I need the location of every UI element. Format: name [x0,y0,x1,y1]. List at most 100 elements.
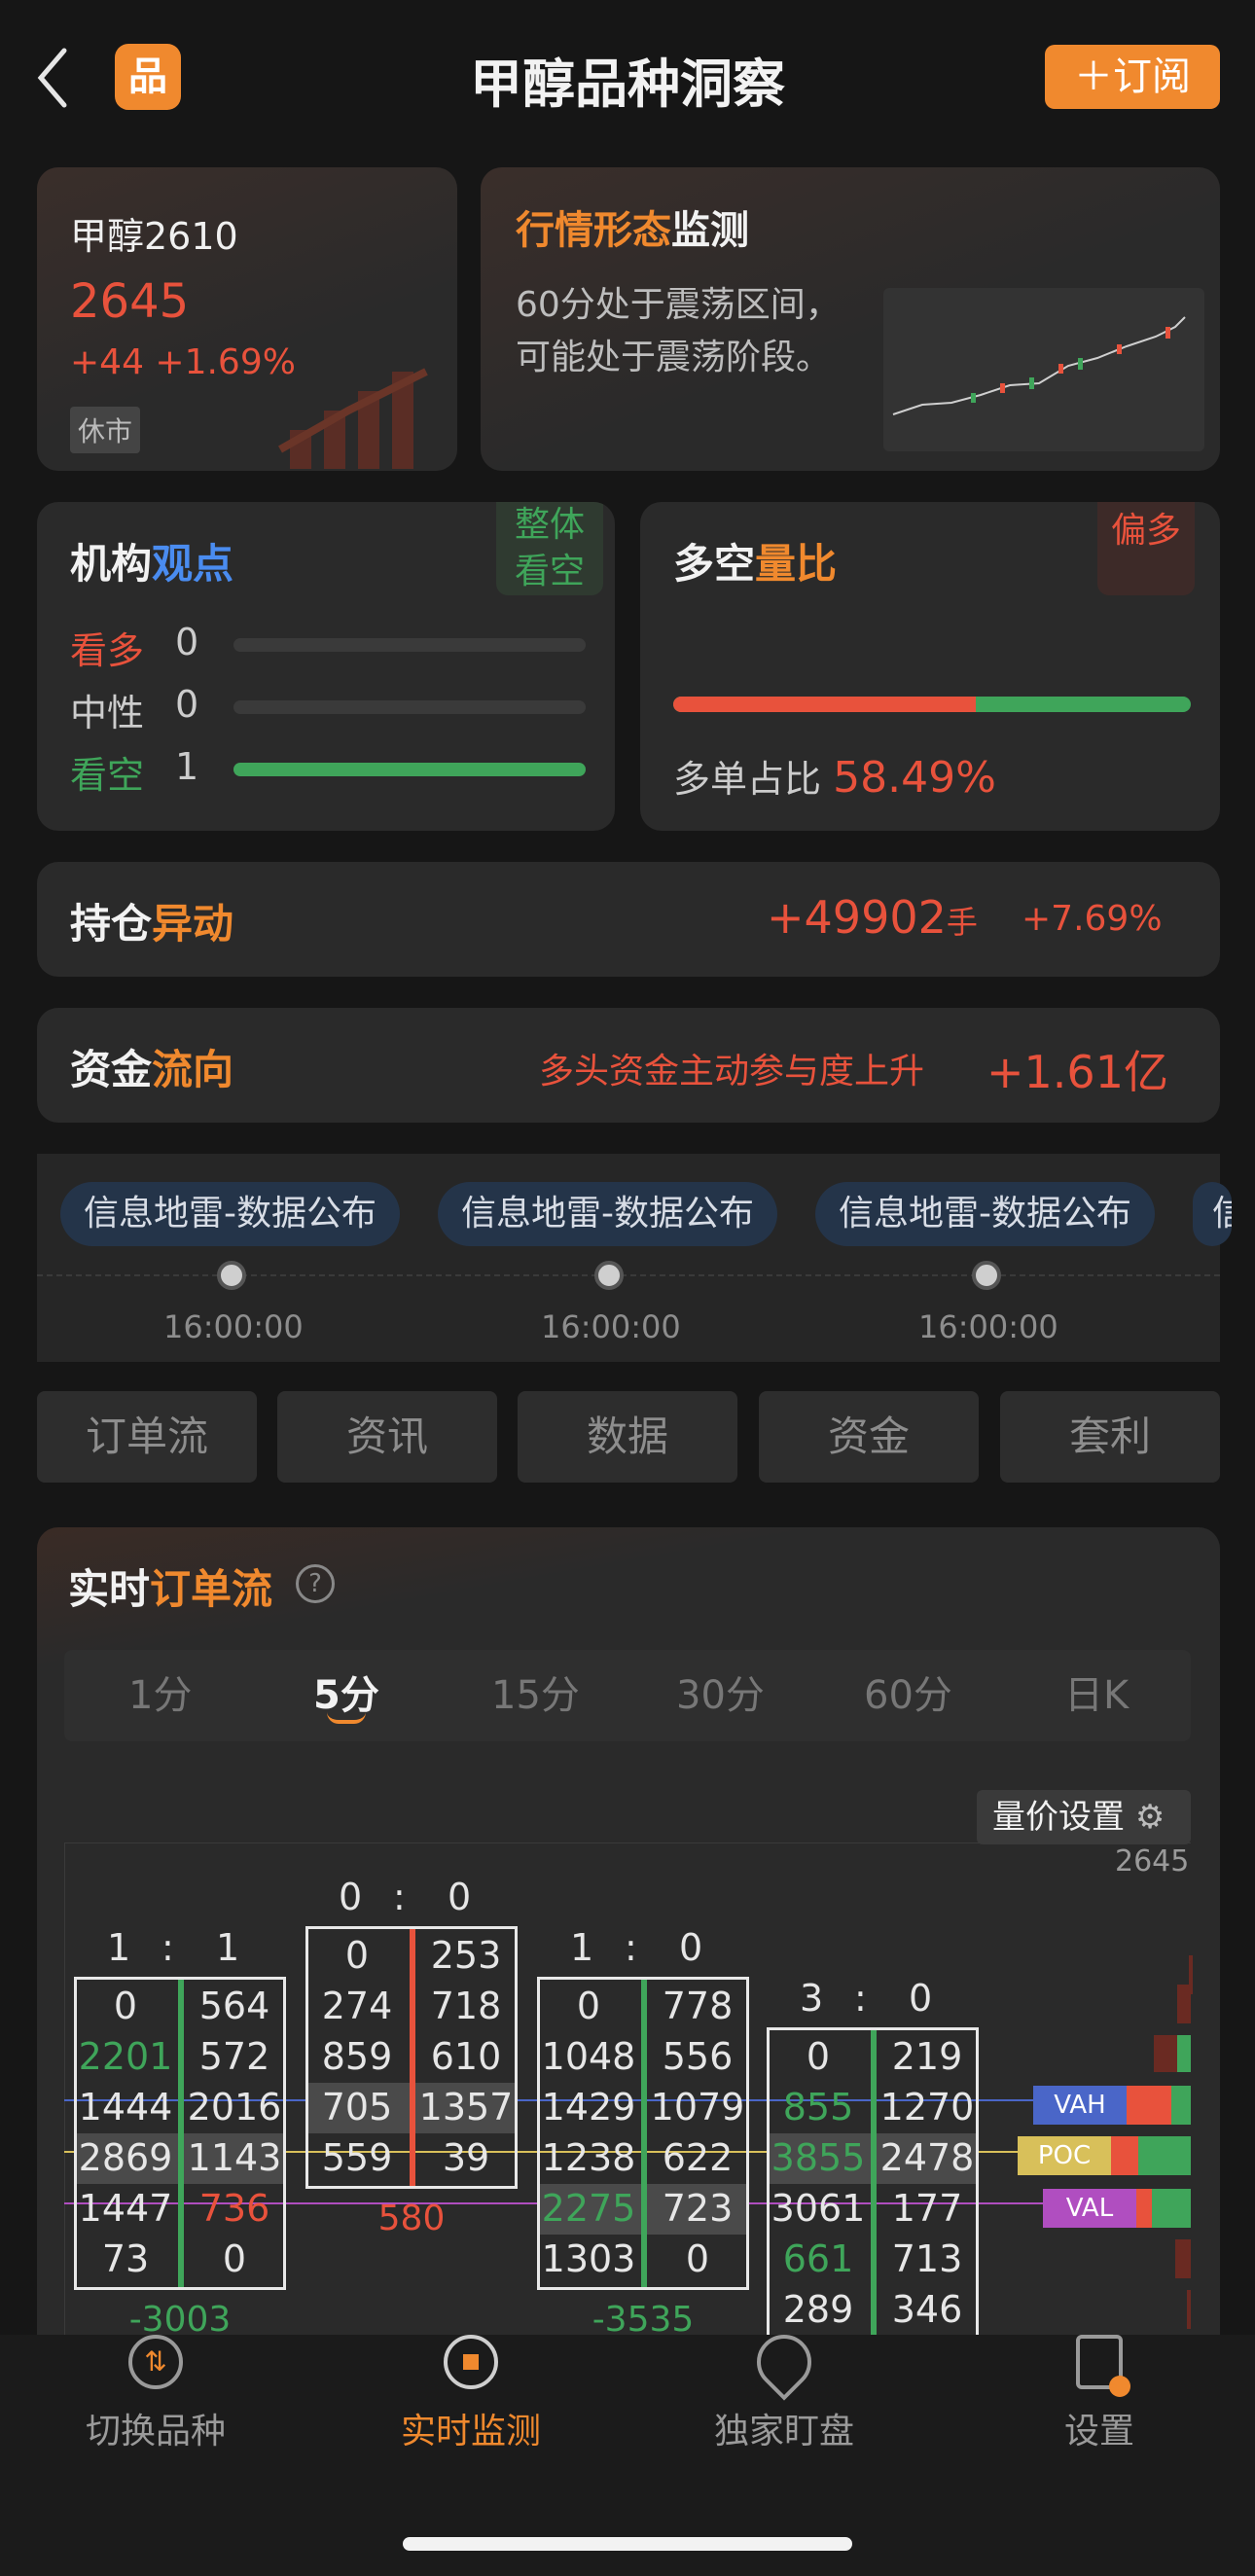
contract-name: 甲醇2610 [70,215,238,258]
volume-price-settings-button[interactable]: 量价设置 ⚙ [977,1790,1191,1844]
bullish-count: 0 [175,621,199,663]
footprint-ratio: : [625,1926,637,1969]
timeline-event-chip[interactable]: 信息地雷-数据公布 [815,1182,1155,1246]
poc-marker: POC [1018,2136,1111,2175]
pattern-monitor-card[interactable]: 行情形态监测 60分处于震荡区间， 可能处于震荡阶段。 [481,167,1220,471]
institution-view-card[interactable]: 机构观点 整体 看空 看多 0 中性 0 看空 1 [37,502,615,831]
val-marker: VAL [1043,2189,1136,2228]
neutral-label: 中性 [70,692,145,734]
nav-switch-variety[interactable]: ⇅ 切换品种 [39,2335,272,2453]
timeline-dot [972,1261,1001,1290]
footprint-ratio: 0 [679,1926,703,1969]
ratio-bar [673,697,1191,712]
tab-arbitrage[interactable]: 套利 [1000,1391,1220,1483]
bearish-count: 1 [175,745,199,788]
orderflow-title: 实时订单流 [68,1565,273,1613]
mini-kline-chart [883,288,1204,451]
period-60m[interactable]: 60分 [864,1664,952,1720]
period-daily[interactable]: 日K [1064,1664,1129,1720]
price-axis-label: 2645 [1115,1844,1190,1878]
quote-card[interactable]: 甲醇2610 2645 +44 +1.69% 休市 [37,167,457,471]
bid-volume: 1238 [541,2136,636,2179]
ask-volume: 39 [442,2136,490,2179]
period-30m[interactable]: 30分 [676,1664,765,1720]
capital-value: +1.61亿 [986,1046,1168,1098]
period-1m[interactable]: 1分 [128,1664,192,1720]
capital-flow-card[interactable]: 资金流向 多头资金主动参与度上升 +1.61亿 [37,1008,1220,1123]
position-title: 持仓异动 [70,900,234,948]
timeline-time: 16:00:00 [163,1308,304,1345]
nav-settings[interactable]: 设置 [983,2335,1216,2453]
ask-volume: 1357 [418,2086,514,2129]
footprint-divider [410,1929,415,2186]
tab-orderflow[interactable]: 订单流 [37,1391,257,1483]
nav-exclusive-watch[interactable]: 独家盯盘 [667,2323,901,2453]
settings-icon [1076,2335,1130,2397]
footprint-delta: 580 [377,2199,446,2238]
timeline-event-chip[interactable]: 信息地雷-数据公布 [60,1182,400,1246]
bid-volume: 0 [806,2035,831,2078]
bid-volume: 0 [576,1985,601,2027]
footprint-divider [178,1980,184,2287]
bid-volume: 705 [321,2086,393,2129]
profile-bar [1171,2086,1191,2125]
bullish-label: 看多 [70,629,145,672]
ask-volume: 0 [222,2237,247,2280]
footprint-ratio: 1 [107,1926,131,1969]
footprint-ratio: 0 [909,1977,933,2020]
position-change-card[interactable]: 持仓异动 +49902手 +7.69% [37,862,1220,977]
footprint-ratio: 0 [339,1876,363,1918]
long-short-ratio-card[interactable]: 多空量比 偏多 多单占比 58.49% [640,502,1220,831]
profile-bar [1127,2086,1171,2125]
profile-bar [1175,2239,1191,2278]
market-status-badge: 休市 [70,407,141,453]
tab-data[interactable]: 数据 [518,1391,737,1483]
timeline-time: 16:00:00 [541,1308,681,1345]
ask-volume: 219 [891,2035,963,2078]
timeline-dot [217,1261,246,1290]
ask-volume: 1270 [879,2086,975,2129]
bid-volume: 1447 [78,2187,173,2230]
home-indicator [403,2537,852,2551]
bid-volume: 559 [321,2136,393,2179]
neutral-bar [233,700,586,714]
neutral-count: 0 [175,683,199,726]
ask-volume: 778 [662,1985,734,2027]
timeline-event-chip[interactable]: 信 [1193,1182,1232,1246]
ask-volume: 610 [430,2035,502,2078]
profile-bar [1154,2035,1177,2072]
bid-volume: 0 [344,1934,370,1977]
ask-volume: 572 [198,2035,270,2078]
pattern-desc-1: 60分处于震荡区间， [516,285,841,325]
bid-volume: 1444 [78,2086,173,2129]
question-icon[interactable]: ? [296,1564,335,1603]
nav-realtime-monitor[interactable]: 实时监测 [354,2335,588,2453]
bid-volume: 2201 [78,2035,173,2078]
bid-volume: 0 [113,1985,138,2027]
ask-volume: 2016 [187,2086,282,2129]
capital-title: 资金流向 [70,1046,234,1093]
ask-volume: 1079 [650,2086,745,2129]
capital-desc: 多头资金主动参与度上升 [539,1052,925,1091]
bid-volume: 73 [101,2237,150,2280]
tab-capital[interactable]: 资金 [759,1391,979,1483]
bid-volume: 2275 [541,2187,636,2230]
price-change: +44 +1.69% [70,342,296,382]
subscribe-label: 订阅 [1113,54,1191,99]
profile-bar [1177,2035,1191,2072]
bid-volume: 1303 [541,2237,636,2280]
long-share-label: 多单占比 58.49% [673,753,996,803]
ask-volume: 253 [430,1934,502,1977]
footprint-ratio: 3 [800,1977,824,2020]
period-15m[interactable]: 15分 [491,1664,580,1720]
bid-volume: 289 [782,2288,854,2331]
footprint-ratio: : [393,1876,406,1918]
bid-volume: 2869 [78,2136,173,2179]
timeline-event-chip[interactable]: 信息地雷-数据公布 [438,1182,777,1246]
profile-bar [1152,2189,1191,2228]
subscribe-button[interactable]: ＋订阅 [1045,45,1220,109]
long-portion [673,697,977,712]
ask-volume: 718 [430,1985,502,2027]
ask-volume: 736 [198,2187,270,2230]
tab-news[interactable]: 资讯 [277,1391,497,1483]
